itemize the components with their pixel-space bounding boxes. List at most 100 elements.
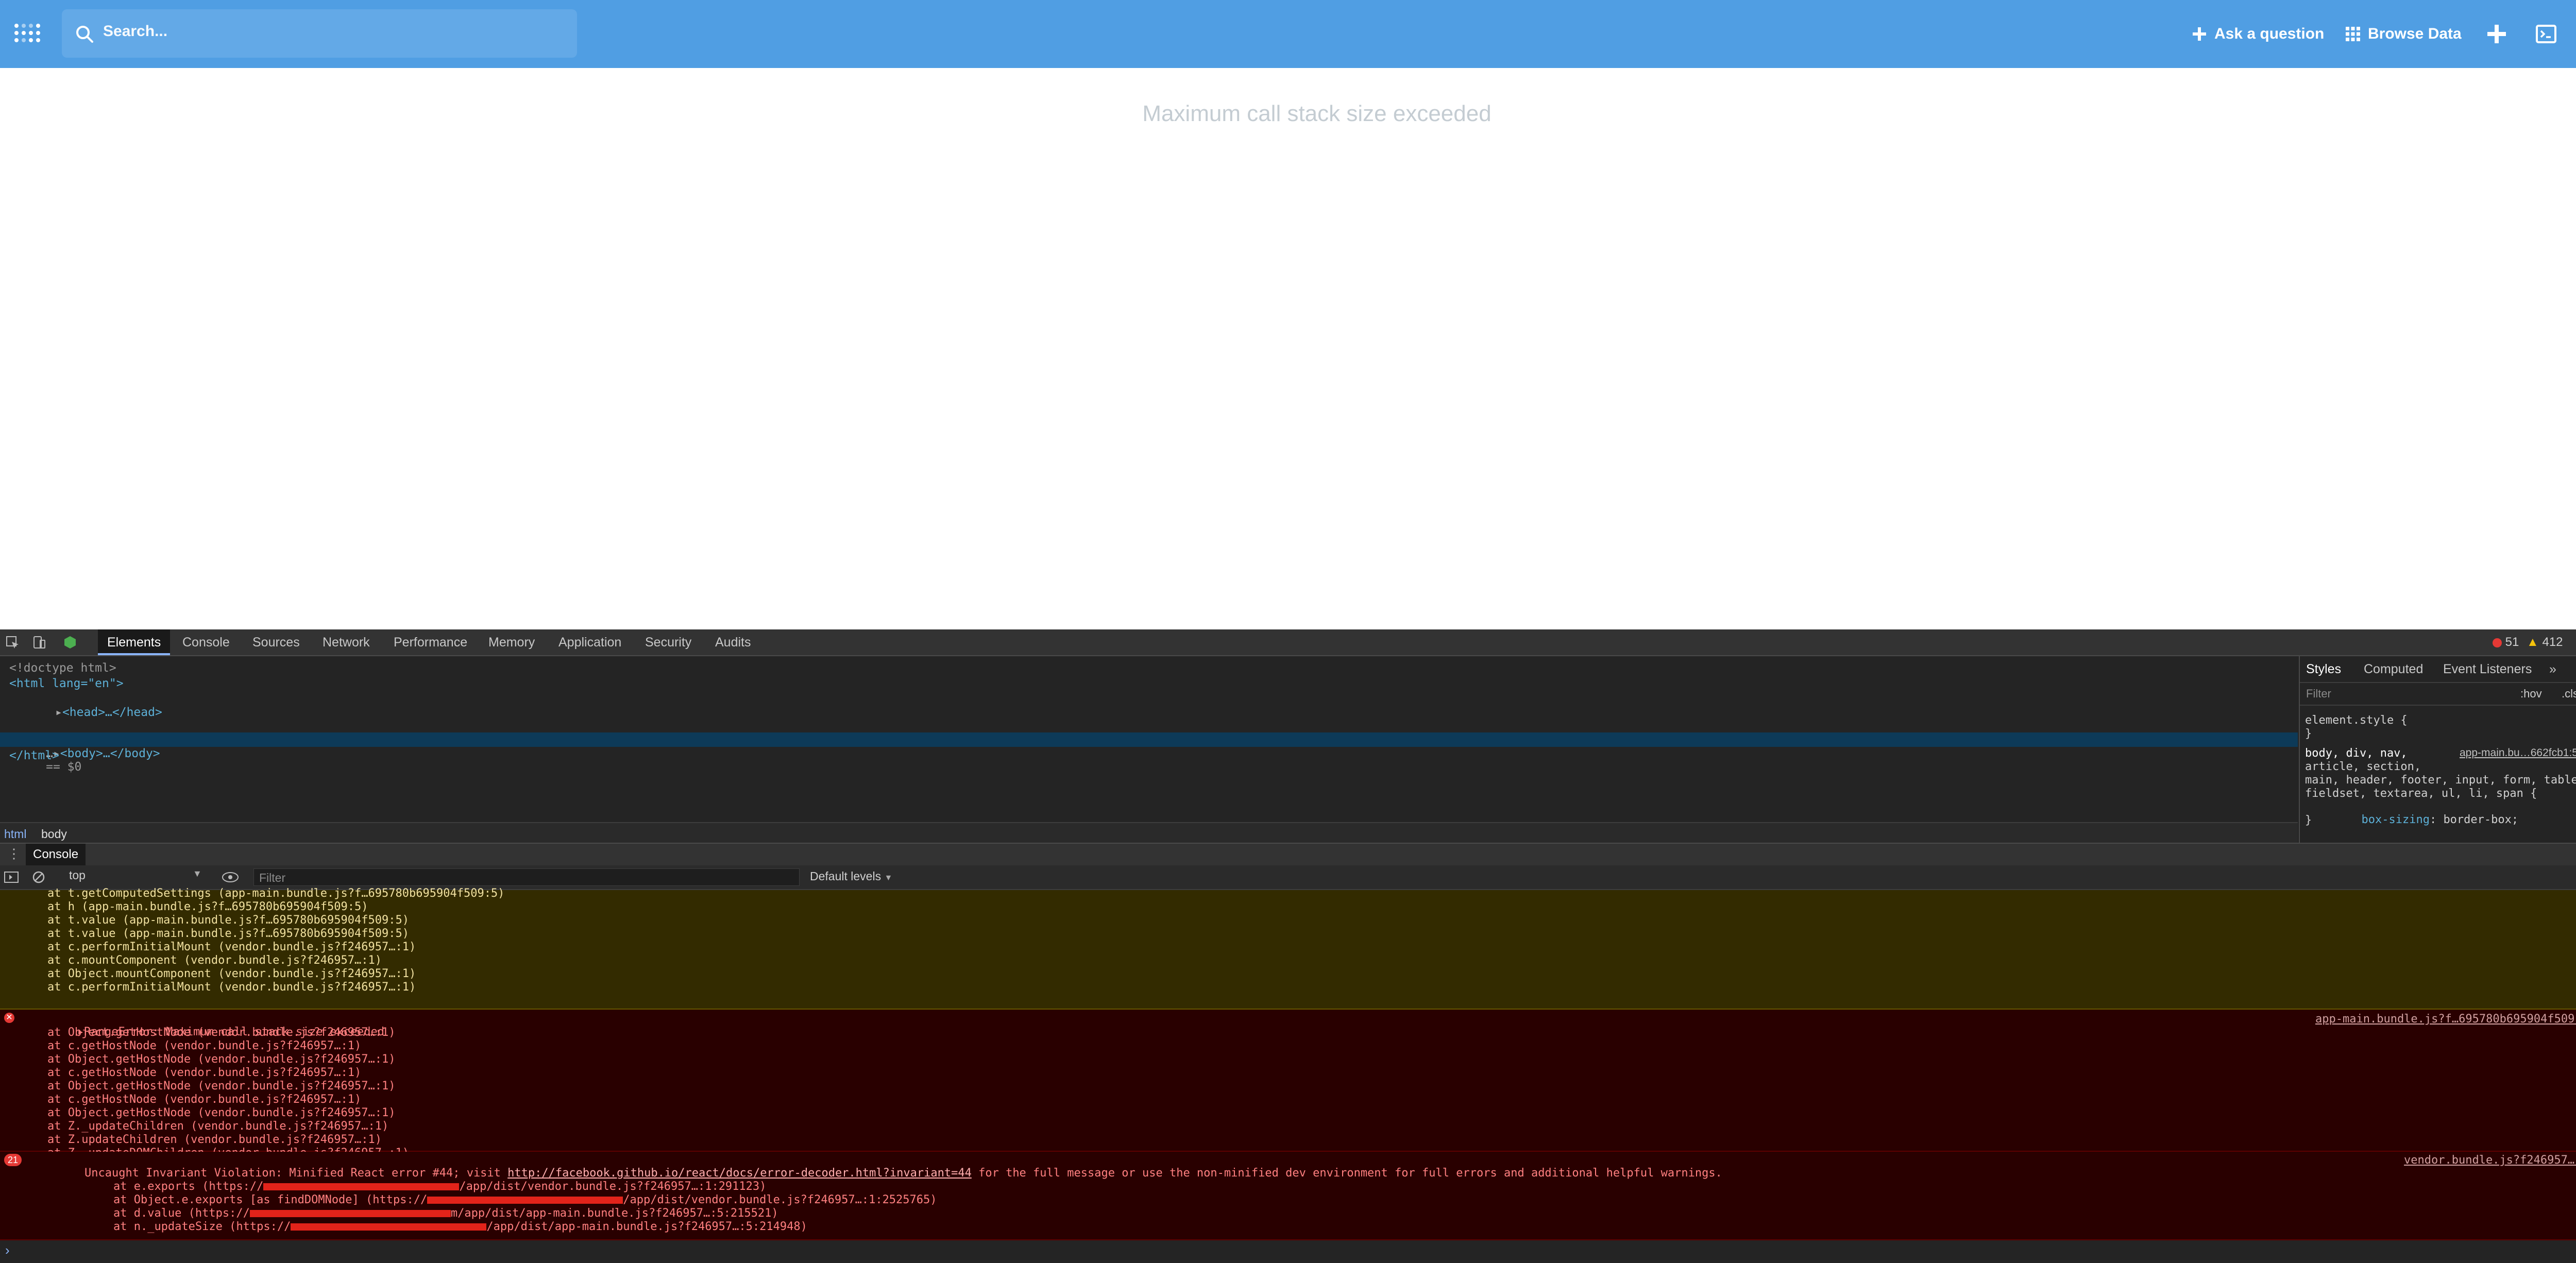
- context-selector[interactable]: top ▼: [69, 868, 203, 886]
- dom-body: <body>…</body>: [60, 747, 160, 760]
- dom-head-row[interactable]: ▸<head>…</head>: [12, 692, 162, 732]
- tab-performance[interactable]: Performance: [394, 629, 467, 655]
- stack-line[interactable]: at Object.mountComponent (vendor.bundle.…: [47, 967, 416, 980]
- element-style-open[interactable]: element.style {: [2305, 714, 2408, 727]
- console-warning-message: at t.getComputedSettings (app-main.bundl…: [0, 887, 2576, 1010]
- log-levels-value: Default levels: [810, 869, 882, 883]
- stack-line[interactable]: at c.performInitialMount (vendor.bundle.…: [47, 941, 416, 953]
- rule-source-link[interactable]: app-main.bu…662fcb1:599: [2460, 747, 2576, 759]
- stack-line[interactable]: at t.value (app-main.bundle.js?f…695780b…: [47, 914, 409, 927]
- tab-security[interactable]: Security: [645, 629, 691, 655]
- stack-line[interactable]: at t.getComputedSettings (app-main.bundl…: [47, 887, 504, 900]
- page-error-message: Maximum call stack size exceeded: [1142, 101, 1492, 126]
- rule-selector-2: article, section,: [2305, 760, 2421, 773]
- ask-question-button[interactable]: Ask a question: [2192, 20, 2324, 48]
- console-toolbar: top ▼ Filter Default levels ▼: [0, 865, 2576, 890]
- console-prompt[interactable]: ›: [0, 1240, 2576, 1263]
- styles-tabs: Styles Computed Event Listeners »: [2300, 656, 2576, 683]
- eye-icon[interactable]: [222, 872, 239, 883]
- hov-toggle[interactable]: :hov: [2520, 687, 2542, 701]
- inspect-element-icon[interactable]: [5, 635, 20, 650]
- dom-html-open[interactable]: <html lang="en">: [9, 677, 124, 690]
- prompt-chevron-icon: ›: [5, 1242, 10, 1258]
- console-error-message: 21 Uncaught Invariant Violation: Minifie…: [0, 1152, 2576, 1240]
- grid-icon: [2346, 27, 2360, 41]
- stack-line[interactable]: at Object.getHostNode (vendor.bundle.js?…: [47, 1080, 396, 1093]
- ask-question-label: Ask a question: [2214, 25, 2325, 42]
- stack-line[interactable]: at c.getHostNode (vendor.bundle.js?f2469…: [47, 1093, 361, 1106]
- search-placeholder: Search...: [103, 23, 168, 40]
- metabase-logo-icon[interactable]: [13, 22, 42, 46]
- tab-memory[interactable]: Memory: [488, 629, 535, 655]
- sql-terminal-icon[interactable]: [2535, 23, 2557, 45]
- stack-line-prefix: at n._updateSize (https://: [113, 1220, 291, 1233]
- plus-icon: [2193, 27, 2206, 41]
- stack-line[interactable]: at c.getHostNode (vendor.bundle.js?f2469…: [47, 1039, 361, 1052]
- dom-doctype[interactable]: <!doctype html>: [9, 661, 116, 675]
- issue-counts[interactable]: 51 ▲ 412: [2493, 629, 2563, 655]
- rule-declaration[interactable]: box-sizing: border-box;: [2320, 800, 2518, 839]
- styles-pane: Styles Computed Event Listeners » Filter…: [2299, 656, 2576, 843]
- console-output: at t.getComputedSettings (app-main.bundl…: [0, 887, 2576, 1263]
- clear-console-icon[interactable]: [32, 871, 45, 884]
- drawer-menu-icon[interactable]: ⋮: [7, 846, 21, 862]
- expand-arrow-icon[interactable]: ▸: [55, 706, 62, 719]
- more-tabs-icon[interactable]: »: [2549, 656, 2556, 682]
- cls-toggle[interactable]: .cls: [2562, 687, 2576, 701]
- search-input[interactable]: Search...: [62, 9, 577, 58]
- stack-line[interactable]: at c.getHostNode (vendor.bundle.js?f2469…: [47, 1066, 361, 1079]
- console-filter-input[interactable]: Filter: [253, 868, 800, 886]
- tab-audits[interactable]: Audits: [715, 629, 751, 655]
- stack-line[interactable]: at Object.getHostNode (vendor.bundle.js?…: [47, 1106, 396, 1119]
- warning-count-icon: ▲: [2527, 635, 2539, 649]
- stack-line[interactable]: at Z.updateChildren (vendor.bundle.js?f2…: [47, 1133, 382, 1146]
- tab-event-listeners[interactable]: Event Listeners: [2443, 656, 2532, 682]
- tab-styles[interactable]: Styles: [2306, 656, 2341, 682]
- elements-tree: <!doctype html> <html lang="en"> ▸<head>…: [0, 656, 2298, 822]
- stack-line-suffix: /app/dist/app-main.bundle.js?f246957…:5:…: [486, 1220, 807, 1233]
- stack-line[interactable]: at c.mountComponent (vendor.bundle.js?f2…: [47, 954, 382, 967]
- drawer-tab-console[interactable]: Console: [26, 844, 86, 865]
- device-toggle-icon[interactable]: [32, 635, 46, 650]
- stack-line[interactable]: at Object.getHostNode (vendor.bundle.js?…: [47, 1026, 396, 1039]
- log-levels-dropdown[interactable]: Default levels ▼: [810, 869, 892, 883]
- dom-html-close[interactable]: </html>: [9, 749, 59, 762]
- stack-line[interactable]: at Object.getHostNode (vendor.bundle.js?…: [47, 1053, 396, 1066]
- devtools-panel: Elements Console Sources Network Perform…: [0, 629, 2576, 1263]
- error-title-suffix: for the full message or use the non-mini…: [971, 1167, 1722, 1180]
- tab-console[interactable]: Console: [182, 629, 230, 655]
- stack-line[interactable]: at Z._updateChildren (vendor.bundle.js?f…: [47, 1120, 388, 1133]
- devtools-toolbar: Elements Console Sources Network Perform…: [0, 629, 2576, 656]
- error-count: 51: [2505, 635, 2519, 649]
- tab-network[interactable]: Network: [323, 629, 370, 655]
- stack-line[interactable]: at c.performInitialMount (vendor.bundle.…: [47, 981, 416, 994]
- breadcrumb: html body: [0, 822, 2298, 844]
- rule-selector-4: fieldset, textarea, ul, li, span {: [2305, 787, 2537, 800]
- warning-count: 412: [2542, 635, 2563, 649]
- tab-elements[interactable]: Elements: [98, 629, 171, 655]
- rule-selector-1: body, div, nav,: [2305, 747, 2408, 760]
- tab-sources[interactable]: Sources: [252, 629, 300, 655]
- rule-prop: box-sizing: [2361, 813, 2430, 826]
- browse-data-button[interactable]: Browse Data: [2345, 20, 2462, 48]
- sidebar-toggle-icon[interactable]: [4, 872, 19, 883]
- dom-selected-row[interactable]: [0, 732, 2298, 747]
- error-icon: ✕: [4, 1013, 14, 1023]
- stack-line[interactable]: at t.value (app-main.bundle.js?f…695780b…: [47, 927, 409, 940]
- breadcrumb-html[interactable]: html: [4, 827, 26, 841]
- dom-head: <head>…</head>: [62, 706, 162, 719]
- extension-cube-icon[interactable]: [63, 635, 77, 650]
- error-source-link[interactable]: app-main.bundle.js?f…695780b695904f509:5: [2315, 1013, 2576, 1026]
- error-source-link[interactable]: vendor.bundle.js?f246957…:1: [2404, 1154, 2576, 1167]
- tab-application[interactable]: Application: [558, 629, 621, 655]
- add-icon[interactable]: [2485, 23, 2508, 45]
- breadcrumb-body[interactable]: body: [41, 827, 67, 841]
- redaction-mark: [291, 1223, 487, 1231]
- context-selector-value: top: [69, 868, 86, 882]
- chevron-down-icon: ▼: [884, 874, 893, 882]
- rule-selector-3: main, header, footer, input, form, table…: [2305, 774, 2576, 787]
- stack-line[interactable]: at h (app-main.bundle.js?f…695780b695904…: [47, 900, 368, 913]
- styles-filter-input[interactable]: Filter :hov .cls +: [2300, 683, 2576, 706]
- chevron-down-icon: ▼: [193, 868, 202, 879]
- tab-computed[interactable]: Computed: [2364, 656, 2423, 682]
